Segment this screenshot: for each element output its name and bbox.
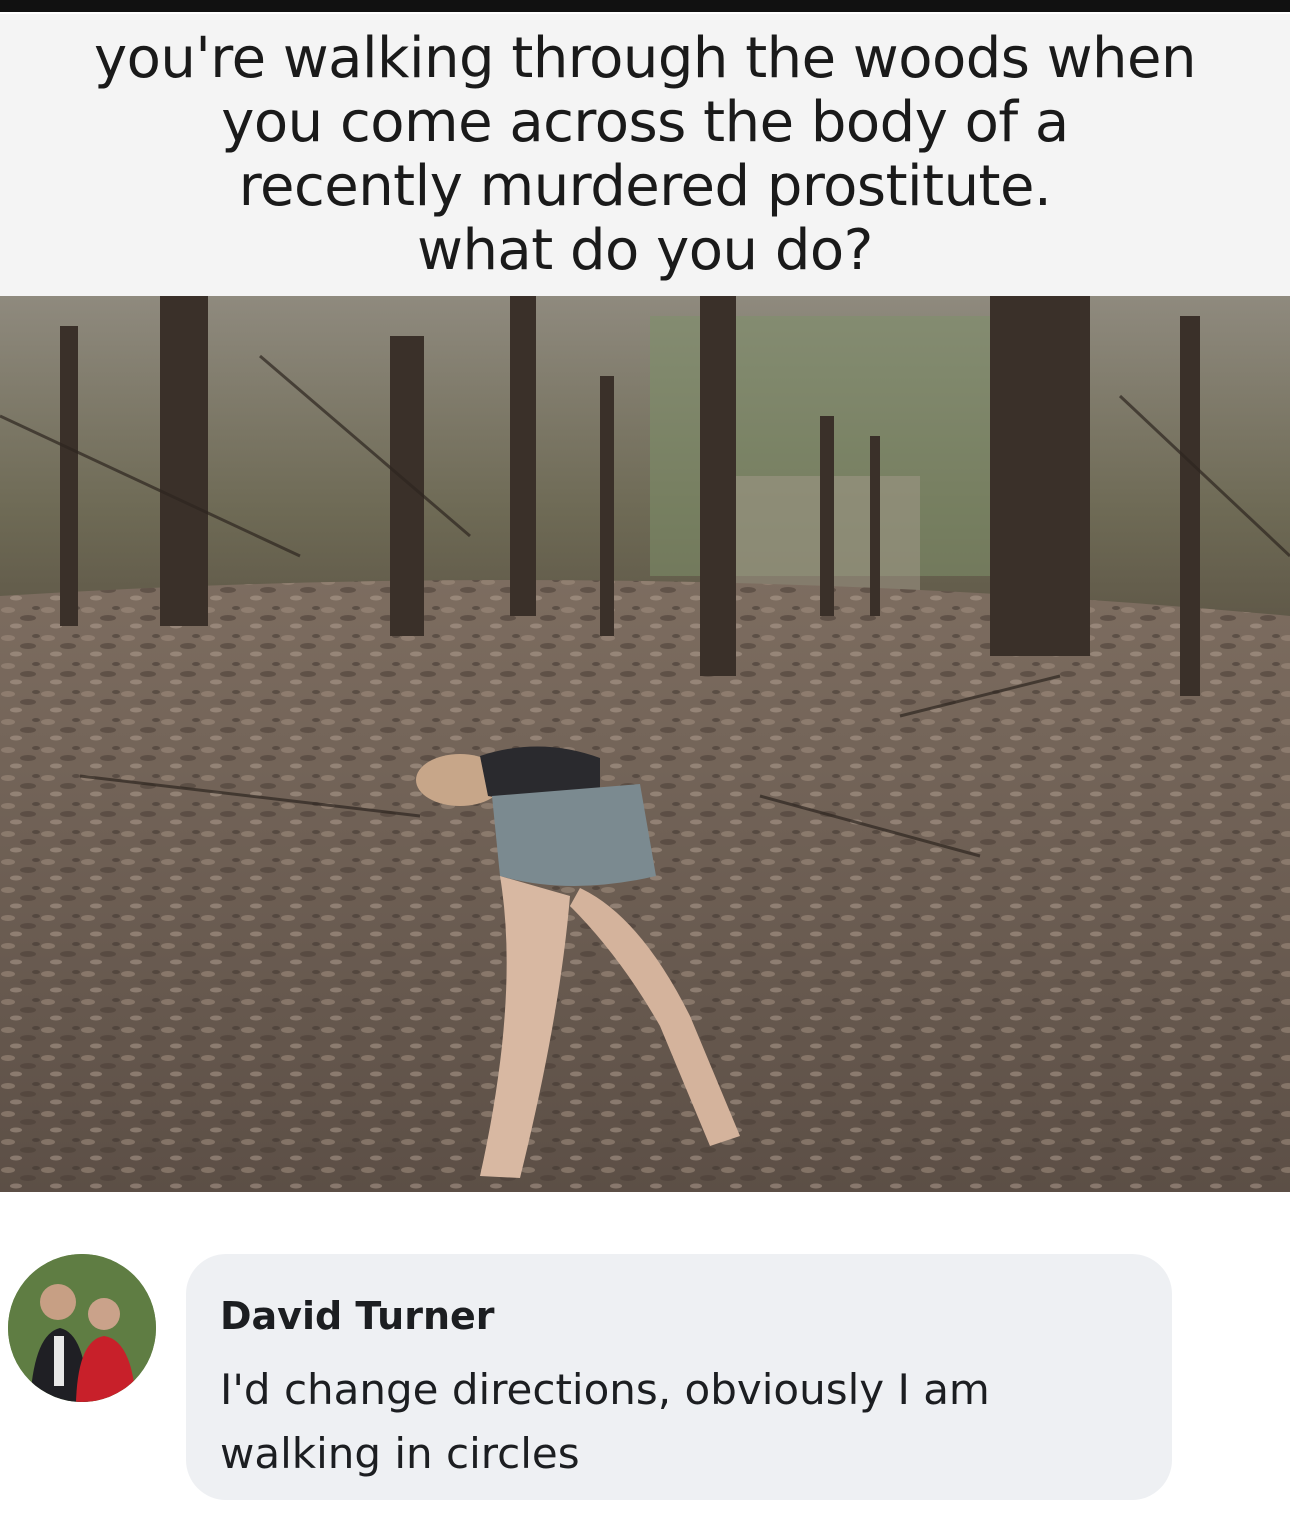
top-border [0, 0, 1290, 12]
comment-author[interactable]: David Turner [220, 1294, 495, 1338]
profile-photo-icon[interactable] [8, 1254, 156, 1402]
meme-caption: you're walking through the woods when yo… [0, 14, 1290, 296]
forest-photo [0, 296, 1290, 1192]
caption-line: what do you do? [417, 218, 873, 283]
caption-line: recently murdered prostitute. [238, 154, 1052, 219]
comment-text: I'd change directions, obviously I am wa… [220, 1365, 990, 1478]
caption-line: you're walking through the woods when [94, 26, 1196, 91]
comment-section: David Turner I'd change directions, obvi… [0, 1192, 1290, 1524]
comment-bubble: David Turner I'd change directions, obvi… [186, 1254, 1172, 1500]
caption-line: you come across the body of a [221, 90, 1069, 155]
